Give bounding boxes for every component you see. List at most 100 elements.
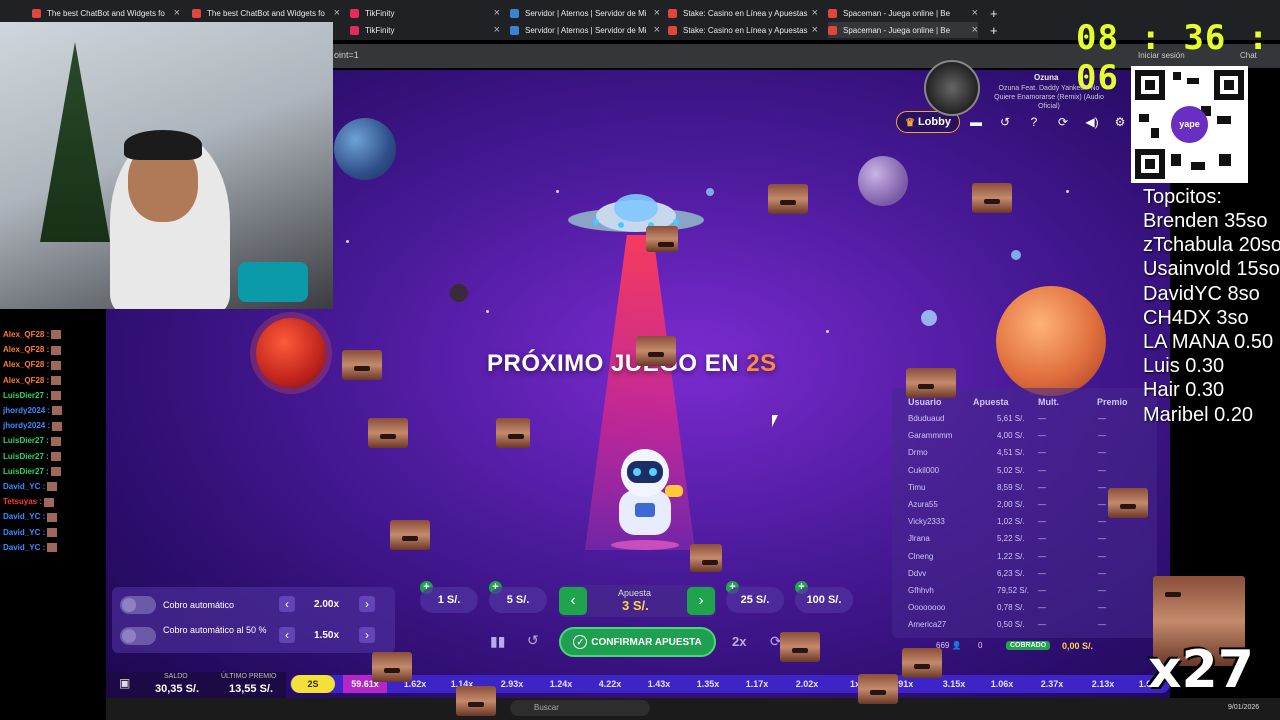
song-artist: Ozuna <box>1034 73 1059 82</box>
auto-cashout-50-value[interactable]: 1.50x <box>314 630 339 641</box>
bet-bet: 6,23 S/. <box>997 568 1025 578</box>
auto-cashout-value[interactable]: 2.00x <box>314 599 339 610</box>
bet-mult: — <box>1038 448 1046 458</box>
bet-mult: — <box>1038 551 1046 561</box>
spaceman-favicon-icon <box>828 25 837 35</box>
bet-row: Jlrana 5,22 S/. — — <box>908 534 1128 548</box>
close-icon[interactable]: × <box>654 24 660 36</box>
bet-user: Azura55 <box>908 500 938 509</box>
multiplier-history-item: 4.22x <box>598 679 622 689</box>
chat-bubble-icon[interactable]: ▬ <box>967 113 985 131</box>
chip-100[interactable]: 100 S/. <box>795 587 853 613</box>
emote-icon <box>50 451 61 461</box>
close-icon[interactable]: × <box>972 7 978 19</box>
bet-prize: — <box>1098 586 1106 595</box>
chip-25[interactable]: 25 S/. <box>726 587 784 613</box>
bet-bet: 2,00 S/. <box>997 500 1025 509</box>
chat-username: Alex_QF28 : <box>3 330 50 339</box>
emote-icon <box>52 406 63 416</box>
chat-username: LuisDier27 : <box>3 451 49 461</box>
bet-user: Vicky2333 <box>908 517 945 527</box>
tab-spaceman[interactable]: Spaceman - Juega online | Be × <box>828 5 978 21</box>
tikfinity-favicon-icon <box>350 8 359 18</box>
chat-username: LuisDier27 : <box>3 390 49 400</box>
tab-chatbot-2[interactable]: The best ChatBot and Widgets fo × <box>192 5 340 21</box>
bet-bet: 4,51 S/. <box>997 448 1025 458</box>
tab-spaceman-active[interactable]: Spaceman - Juega online | Be × <box>828 22 978 38</box>
new-tab-button[interactable]: + <box>990 5 1004 21</box>
tab-stake[interactable]: Stake: Casino en Línea y Apuestas × <box>668 5 818 21</box>
lilac-planet <box>858 156 908 206</box>
cobrado-badge: COBRADO <box>1006 641 1051 650</box>
tab-stake-2[interactable]: Stake: Casino en Línea y Apuestas × <box>668 22 818 38</box>
auto-cashout-50-increase[interactable]: › <box>359 627 375 643</box>
auto-cashout-toggle[interactable] <box>120 596 156 614</box>
auto-cashout-decrease[interactable]: ‹ <box>279 596 295 612</box>
chip-5[interactable]: 5 S/. <box>489 587 547 613</box>
help-icon[interactable]: ? <box>1025 113 1043 131</box>
url-text: oint=1 <box>334 50 359 60</box>
saldo-value: 30,35 S/. <box>155 683 200 695</box>
bet-row: Oooooooo 0,78 S/. — — <box>908 603 1128 617</box>
new-tab-button[interactable]: + <box>990 22 1004 38</box>
auto-cashout-50-toggle[interactable] <box>120 627 156 645</box>
bet-bet: 5,61 S/. <box>997 414 1025 423</box>
close-icon[interactable]: × <box>334 7 340 19</box>
close-icon[interactable]: × <box>654 7 660 19</box>
tab-aternos-2[interactable]: Servidor | Aternos | Servidor de Mi × <box>510 22 660 38</box>
confirm-bet-button[interactable]: ✓ CONFIRMAR APUESTA <box>559 627 716 657</box>
tab-aternos[interactable]: Servidor | Aternos | Servidor de Mi × <box>510 5 660 21</box>
close-icon[interactable]: × <box>972 24 978 36</box>
bet-row: Garammmm 4,00 S/. — — <box>908 431 1128 445</box>
refresh-icon[interactable]: ⟳ <box>1054 113 1072 131</box>
stats-icon[interactable]: ▮▮ <box>490 633 505 650</box>
chat-message: Alex_QF28 : <box>3 376 62 385</box>
stake-favicon-icon <box>668 25 677 35</box>
close-icon[interactable]: × <box>494 7 500 19</box>
auto-cashout-increase[interactable]: › <box>359 596 375 612</box>
wallet-icon: ▣ <box>119 676 131 690</box>
cashed-count: 0 <box>978 641 983 650</box>
history-icon[interactable]: ↺ <box>996 113 1014 131</box>
close-icon[interactable]: × <box>812 7 818 19</box>
emote-icon <box>52 421 63 431</box>
last-prize-label: ÚLTIMO PREMIO <box>221 673 277 680</box>
sound-icon[interactable]: ◀) <box>1083 113 1101 131</box>
settings-gear-icon[interactable]: ⚙ <box>1111 113 1129 131</box>
close-icon[interactable]: × <box>174 7 180 19</box>
bet-row: Vicky2333 1,02 S/. — — <box>908 517 1128 531</box>
chat-message: David_YC : <box>3 482 58 492</box>
top-donor-entry: Brenden 35so <box>1143 210 1268 232</box>
multiplier-history-item: 2.02x <box>795 679 819 689</box>
bet-mult: — <box>1038 500 1046 509</box>
chat-message: David_YC : <box>3 543 58 553</box>
tab-label: Stake: Casino en Línea y Apuestas <box>683 25 808 35</box>
bet-prize: — <box>1098 500 1106 509</box>
bet-row: Clneng 1,22 S/. — — <box>908 552 1128 566</box>
emote-icon <box>43 497 54 507</box>
chat-message: jhordy2024 : <box>3 406 63 416</box>
tab-label: Spaceman - Juega online | Be <box>843 25 951 35</box>
song-title: Ozuna Feat. Daddy Yankee - No Quiere Ena… <box>994 85 1104 110</box>
auto-cashout-50-decrease[interactable]: ‹ <box>279 627 295 643</box>
undo-icon[interactable]: ↺ <box>527 632 539 649</box>
ufo-icon <box>568 194 704 232</box>
tab-chatbot-1[interactable]: The best ChatBot and Widgets fo × <box>32 5 180 21</box>
chat-message: jhordy2024 : <box>3 421 63 431</box>
stake-increase-button[interactable]: › <box>687 587 715 615</box>
taskbar-search[interactable]: Buscar <box>510 700 650 716</box>
taskbar-date: 9/01/2026 <box>1228 704 1260 711</box>
tab-tikfinity-2[interactable]: TikFinity × <box>350 22 500 38</box>
chip-1[interactable]: 1 S/. <box>420 587 478 613</box>
combo-counter: x27 <box>1148 640 1254 700</box>
close-icon[interactable]: × <box>494 24 500 36</box>
close-icon[interactable]: × <box>812 24 818 36</box>
emote-icon <box>47 543 58 553</box>
double-bet-button[interactable]: 2x <box>732 634 746 649</box>
stake-value: 3 S/. <box>622 598 649 613</box>
tab-tikfinity[interactable]: TikFinity × <box>350 5 500 21</box>
chat-message: LuisDier27 : <box>3 390 61 401</box>
multiplier-history-item: 1.43x <box>647 679 671 689</box>
stake-decrease-button[interactable]: ‹ <box>559 587 587 615</box>
bet-user: Gfhhvh <box>908 586 934 595</box>
